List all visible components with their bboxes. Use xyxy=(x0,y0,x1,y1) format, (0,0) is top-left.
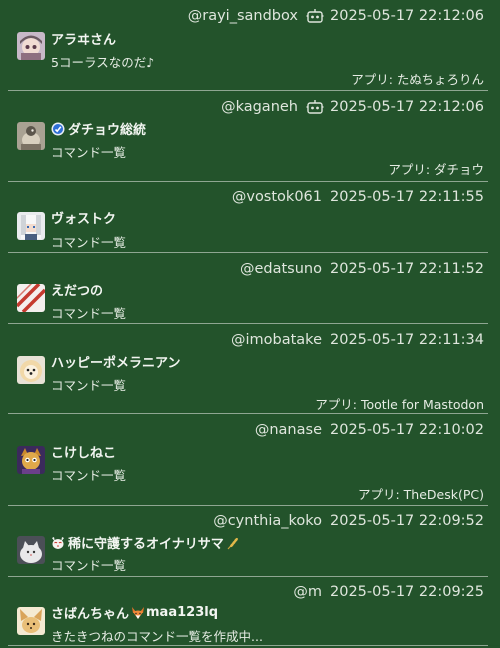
divider xyxy=(8,645,488,646)
post-meta: @m 2025-05-17 22:09:25 xyxy=(293,584,484,600)
timeline: @rayi_sandbox 2025-05-17 22:12:06 アラヰさん … xyxy=(0,0,500,648)
display-name[interactable]: 稀に守護するオイナリサマ xyxy=(51,533,240,552)
app-label: アプリ: Tootle for Mastodon xyxy=(315,397,484,412)
avatar[interactable] xyxy=(17,284,45,312)
status-post[interactable]: @edatsuno 2025-05-17 22:11:52 えだつの コマンド一… xyxy=(0,253,500,323)
blue-badge-icon xyxy=(51,122,65,136)
post-timestamp[interactable]: 2025-05-17 22:12:06 xyxy=(330,8,484,24)
display-name-text: ダチョウ総統 xyxy=(68,123,147,138)
post-meta: @kaganeh 2025-05-17 22:12:06 xyxy=(221,99,484,115)
post-timestamp[interactable]: 2025-05-17 22:09:25 xyxy=(330,584,484,600)
bot-icon xyxy=(306,99,324,115)
account-handle[interactable]: @m xyxy=(293,584,322,600)
account-handle[interactable]: @cynthia_koko xyxy=(213,513,322,529)
status-post[interactable]: @cynthia_koko 2025-05-17 22:09:52 稀に守護する… xyxy=(0,506,500,576)
account-handle[interactable]: @nanase xyxy=(255,422,322,438)
display-name-suffix: maa123lq xyxy=(146,605,219,620)
post-timestamp[interactable]: 2025-05-17 22:12:06 xyxy=(330,99,484,115)
display-name[interactable]: ダチョウ総統 xyxy=(51,119,146,138)
display-name-text: ハッピーポメラニアン xyxy=(51,356,181,371)
post-content: コマンド一覧 xyxy=(51,235,127,250)
post-meta: @imobatake 2025-05-17 22:11:34 xyxy=(231,332,484,348)
account-handle[interactable]: @vostok061 xyxy=(232,189,322,205)
bot-icon xyxy=(306,8,324,24)
post-content: コマンド一覧 xyxy=(51,378,127,393)
display-name-text: さばんちゃん xyxy=(51,607,130,622)
wheat-icon xyxy=(226,536,240,550)
post-content: コマンド一覧 xyxy=(51,145,127,160)
display-name[interactable]: ヴォストク xyxy=(51,208,116,227)
avatar[interactable] xyxy=(17,212,45,240)
account-handle[interactable]: @rayi_sandbox xyxy=(188,8,298,24)
status-post[interactable]: @vostok061 2025-05-17 22:11:55 ヴォストク コマン… xyxy=(0,182,500,252)
status-post[interactable]: @kaganeh 2025-05-17 22:12:06 ダチョウ総統 コマンド… xyxy=(0,91,500,181)
account-handle[interactable]: @edatsuno xyxy=(240,261,322,277)
status-post[interactable]: @nanase 2025-05-17 22:10:02 こけしねこ コマンド一覧… xyxy=(0,414,500,505)
display-name[interactable]: ハッピーポメラニアン xyxy=(51,352,180,371)
post-content: コマンド一覧 xyxy=(51,558,127,573)
fox-mask-icon xyxy=(51,536,65,550)
post-content: きたきつねのコマンド一覧を作成中... xyxy=(51,629,263,644)
display-name-text: こけしねこ xyxy=(51,446,117,461)
status-post[interactable]: @imobatake 2025-05-17 22:11:34 ハッピーポメラニア… xyxy=(0,324,500,413)
post-meta: @vostok061 2025-05-17 22:11:55 xyxy=(232,189,484,205)
post-timestamp[interactable]: 2025-05-17 22:11:52 xyxy=(330,261,484,277)
post-timestamp[interactable]: 2025-05-17 22:11:55 xyxy=(330,189,484,205)
display-name-text: 稀に守護するオイナリサマ xyxy=(68,537,224,552)
status-post[interactable]: @rayi_sandbox 2025-05-17 22:12:06 アラヰさん … xyxy=(0,0,500,90)
app-label: アプリ: たぬちょろりん xyxy=(351,72,484,87)
post-meta: @nanase 2025-05-17 22:10:02 xyxy=(255,422,484,438)
avatar[interactable] xyxy=(17,356,45,384)
account-handle[interactable]: @imobatake xyxy=(231,332,322,348)
status-post[interactable]: @m 2025-05-17 22:09:25 さばんちゃん maa123lq き… xyxy=(0,577,500,647)
post-timestamp[interactable]: 2025-05-17 22:10:02 xyxy=(330,422,484,438)
account-handle[interactable]: @kaganeh xyxy=(221,99,298,115)
post-meta: @edatsuno 2025-05-17 22:11:52 xyxy=(240,261,484,277)
display-name-text: えだつの xyxy=(51,284,104,299)
post-meta: @cynthia_koko 2025-05-17 22:09:52 xyxy=(213,513,484,529)
fox-icon xyxy=(131,606,145,620)
display-name-text: ヴォストク xyxy=(51,212,117,227)
post-timestamp[interactable]: 2025-05-17 22:09:52 xyxy=(330,513,484,529)
display-name[interactable]: さばんちゃん maa123lq xyxy=(51,603,218,622)
post-content: 5コーラスなのだ♪ xyxy=(51,55,155,70)
post-timestamp[interactable]: 2025-05-17 22:11:34 xyxy=(330,332,484,348)
app-label: アプリ: TheDesk(PC) xyxy=(357,487,484,502)
app-label: アプリ: ダチョウ xyxy=(388,162,484,177)
display-name[interactable]: えだつの xyxy=(51,280,103,299)
post-meta: @rayi_sandbox 2025-05-17 22:12:06 xyxy=(188,8,484,24)
display-name[interactable]: アラヰさん xyxy=(51,29,116,48)
post-content: コマンド一覧 xyxy=(51,468,127,483)
avatar[interactable] xyxy=(17,607,45,635)
display-name[interactable]: こけしねこ xyxy=(51,442,116,461)
avatar[interactable] xyxy=(17,536,45,564)
display-name-text: アラヰさん xyxy=(51,33,117,48)
post-content: コマンド一覧 xyxy=(51,306,127,321)
avatar[interactable] xyxy=(17,122,45,150)
avatar[interactable] xyxy=(17,32,45,60)
avatar[interactable] xyxy=(17,446,45,474)
